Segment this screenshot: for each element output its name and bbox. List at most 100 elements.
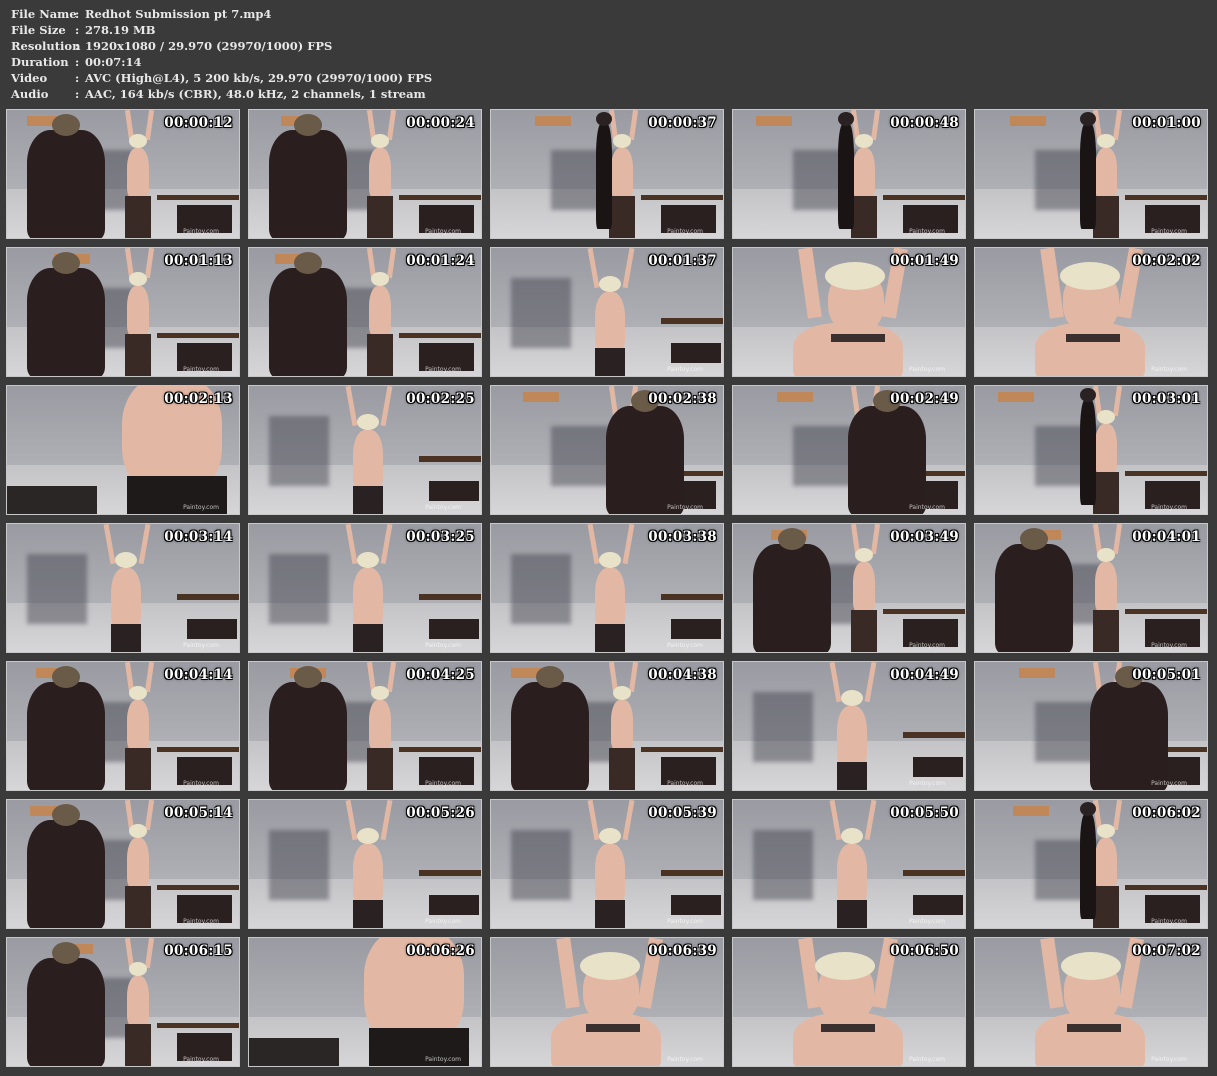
info-value: Redhot Submission pt 7.mp4 <box>85 7 272 21</box>
watermark: Paintoy.com <box>425 642 461 649</box>
beam <box>419 594 481 600</box>
furniture <box>671 895 721 915</box>
timestamp: 00:01:13 <box>164 253 233 269</box>
timestamp: 00:01:24 <box>406 253 475 269</box>
beam <box>1125 609 1207 614</box>
info-row: Audio: AAC, 164 kb/s (CBR), 48.0 kHz, 2 c… <box>11 86 432 102</box>
hair <box>1097 548 1115 562</box>
watermark: Paintoy.com <box>909 780 945 787</box>
furniture <box>671 619 721 639</box>
hair <box>371 686 389 700</box>
hair <box>1060 262 1120 290</box>
body <box>1095 424 1117 474</box>
thumbnail: 00:03:25 Paintoy.com <box>248 523 482 653</box>
hair <box>357 828 379 844</box>
beam <box>1125 885 1207 890</box>
legwear <box>353 624 383 652</box>
furniture <box>429 481 479 501</box>
hair <box>371 134 389 148</box>
beam <box>157 333 239 338</box>
watermark: Paintoy.com <box>909 366 945 373</box>
body <box>127 976 149 1026</box>
furniture <box>249 1038 339 1066</box>
beam <box>661 594 723 600</box>
person <box>269 268 347 376</box>
timestamp: 00:06:26 <box>406 943 475 959</box>
beam <box>641 195 723 200</box>
timestamp: 00:03:14 <box>164 529 233 545</box>
watermark: Paintoy.com <box>667 504 703 511</box>
hair <box>1061 952 1121 980</box>
watermark: Paintoy.com <box>183 780 219 787</box>
beam <box>177 594 239 600</box>
watermark: Paintoy.com <box>909 504 945 511</box>
plaque <box>777 392 813 402</box>
body <box>353 430 383 490</box>
person <box>1080 814 1096 919</box>
legwear <box>111 624 141 652</box>
legwear <box>125 334 151 376</box>
person <box>269 682 347 790</box>
person <box>27 130 105 238</box>
beam <box>419 456 481 462</box>
legwear <box>367 334 393 376</box>
watermark: Paintoy.com <box>183 918 219 925</box>
head <box>294 666 322 688</box>
body <box>111 568 141 628</box>
legwear <box>353 900 383 928</box>
watermark: Paintoy.com <box>667 780 703 787</box>
timestamp: 00:00:24 <box>406 115 475 131</box>
thumbnail: 00:01:00 Paintoy.com <box>974 109 1208 239</box>
thumbnail: 00:04:14 Paintoy.com <box>6 661 240 791</box>
thumbnail: 00:02:25 Paintoy.com <box>248 385 482 515</box>
timestamp: 00:02:38 <box>648 391 717 407</box>
furniture <box>7 486 97 514</box>
info-key: File Name <box>11 7 77 21</box>
body <box>595 568 625 628</box>
info-value: 278.19 MB <box>85 23 156 37</box>
shadow <box>511 278 571 348</box>
timestamp: 00:06:39 <box>648 943 717 959</box>
legwear <box>609 196 635 238</box>
watermark: Paintoy.com <box>183 1056 219 1063</box>
head <box>778 528 806 550</box>
body <box>853 562 875 612</box>
thumbnail: 00:02:49 Paintoy.com <box>732 385 966 515</box>
watermark: Paintoy.com <box>425 366 461 373</box>
body <box>369 286 391 336</box>
timestamp: 00:06:02 <box>1132 805 1201 821</box>
beam <box>419 870 481 876</box>
info-separator: : <box>75 87 80 101</box>
person <box>995 544 1073 652</box>
beam <box>399 195 481 200</box>
thumbnail: 00:04:49 Paintoy.com <box>732 661 966 791</box>
watermark: Paintoy.com <box>1151 504 1187 511</box>
shadow <box>753 692 813 762</box>
watermark: Paintoy.com <box>909 228 945 235</box>
timestamp: 00:04:14 <box>164 667 233 683</box>
shadow <box>269 554 329 624</box>
thumbnail: 00:04:38 Paintoy.com <box>490 661 724 791</box>
furniture <box>913 895 963 915</box>
person <box>27 820 105 928</box>
person <box>838 124 854 229</box>
body <box>853 148 875 198</box>
watermark: Paintoy.com <box>183 504 219 511</box>
info-row: Resolution:1920x1080 / 29.970 (29970/100… <box>11 38 432 54</box>
watermark: Paintoy.com <box>667 366 703 373</box>
furniture <box>429 895 479 915</box>
watermark: Paintoy.com <box>1151 918 1187 925</box>
timestamp: 00:02:02 <box>1132 253 1201 269</box>
person <box>1090 682 1168 790</box>
beam <box>903 732 965 738</box>
thumbnail: 00:00:12 Paintoy.com <box>6 109 240 239</box>
furniture <box>187 619 237 639</box>
thumbnail: 00:00:37 Paintoy.com <box>490 109 724 239</box>
watermark: Paintoy.com <box>1151 1056 1187 1063</box>
thumbnail: 00:04:01 Paintoy.com <box>974 523 1208 653</box>
timestamp: 00:04:38 <box>648 667 717 683</box>
body <box>611 700 633 750</box>
legwear <box>1093 610 1119 652</box>
body <box>1095 838 1117 888</box>
hair <box>129 686 147 700</box>
